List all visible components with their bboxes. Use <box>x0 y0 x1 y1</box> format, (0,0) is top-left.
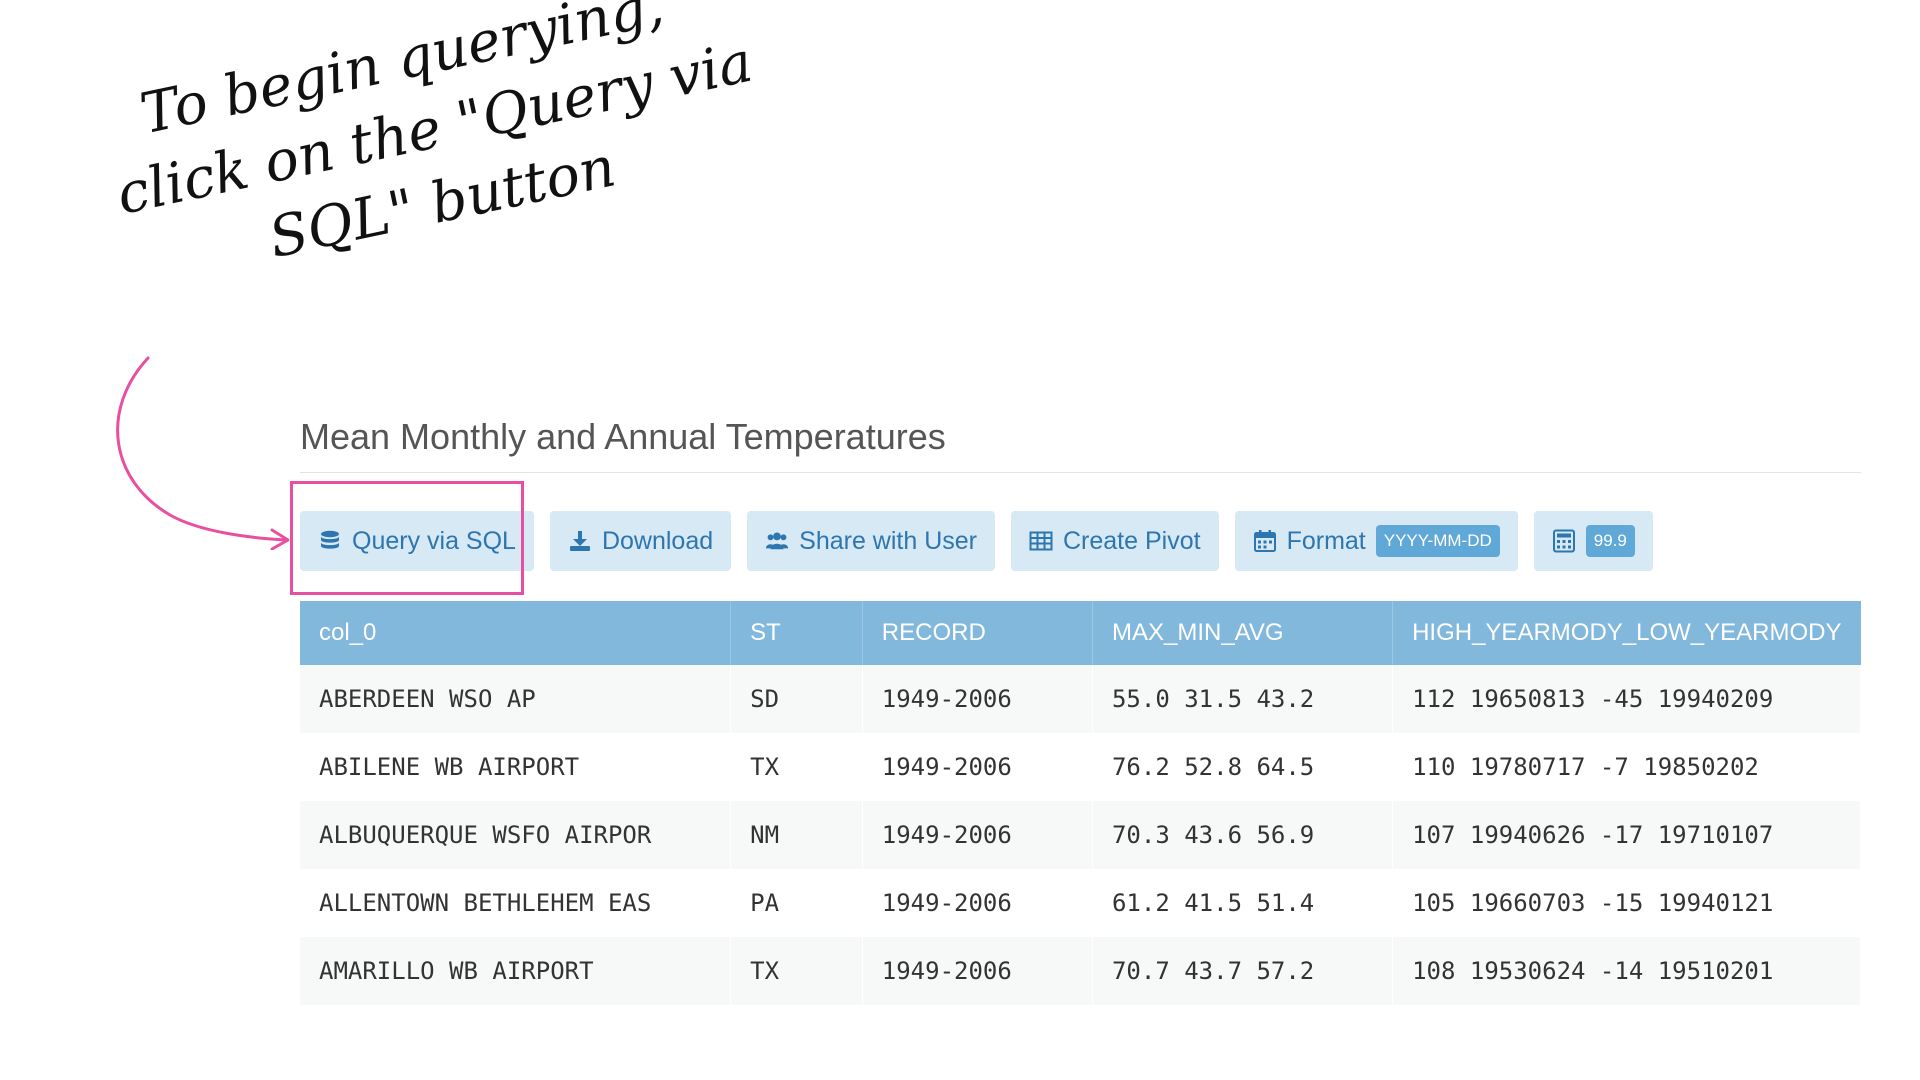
button-label: Create Pivot <box>1063 526 1201 555</box>
calendar-icon <box>1253 529 1277 553</box>
annotation-note: To begin querying, click on the "Query v… <box>95 0 774 305</box>
toolbar: Query via SQL Download Share with User C… <box>290 481 1861 595</box>
data-table: col_0 ST RECORD MAX_MIN_AVG HIGH_YEARMOD… <box>300 601 1861 1005</box>
table-cell: ALBUQUERQUE WSFO AIRPOR <box>300 801 732 869</box>
table-cell: ABERDEEN WSO AP <box>300 665 732 733</box>
table-cell: 55.0 31.5 43.2 <box>1092 665 1394 733</box>
table-icon <box>1029 529 1053 553</box>
table-cell: 112 19650813 -45 19940209 <box>1392 665 1861 733</box>
table-cell: 70.7 43.7 57.2 <box>1092 937 1394 1005</box>
table-row: AMARILLO WB AIRPORT TX 1949-2006 70.7 43… <box>300 937 1861 1005</box>
table-cell: 108 19530624 -14 19510201 <box>1392 937 1861 1005</box>
table-cell: 1949-2006 <box>862 733 1093 801</box>
table-row: ABILENE WB AIRPORT TX 1949-2006 76.2 52.… <box>300 733 1861 801</box>
create-pivot-button[interactable]: Create Pivot <box>1011 511 1219 571</box>
database-icon <box>318 529 342 553</box>
table-row: ALBUQUERQUE WSFO AIRPOR NM 1949-2006 70.… <box>300 801 1861 869</box>
download-button[interactable]: Download <box>549 511 732 571</box>
users-icon <box>765 529 789 553</box>
table-cell: 1949-2006 <box>862 869 1093 937</box>
column-header[interactable]: RECORD <box>862 601 1093 665</box>
table-cell: SD <box>730 665 863 733</box>
table-cell: 107 19940626 -17 19710107 <box>1392 801 1861 869</box>
button-label: Format <box>1286 526 1366 555</box>
column-header[interactable]: ST <box>730 601 863 665</box>
table-cell: 1949-2006 <box>862 665 1093 733</box>
table-row: ABERDEEN WSO AP SD 1949-2006 55.0 31.5 4… <box>300 665 1861 733</box>
table-cell: ALLENTOWN BETHLEHEM EAS <box>300 869 732 937</box>
table-cell: 61.2 41.5 51.4 <box>1092 869 1394 937</box>
page-title: Mean Monthly and Annual Temperatures <box>300 416 1861 473</box>
table-cell: 1949-2006 <box>862 937 1093 1005</box>
table-cell: 70.3 43.6 56.9 <box>1092 801 1394 869</box>
table-cell: AMARILLO WB AIRPORT <box>300 937 732 1005</box>
table-cell: ABILENE WB AIRPORT <box>300 733 732 801</box>
table-cell: 76.2 52.8 64.5 <box>1092 733 1394 801</box>
table-cell: 105 19660703 -15 19940121 <box>1392 869 1861 937</box>
format-button[interactable]: Format YYYY-MM-DD <box>1234 511 1518 571</box>
share-with-user-button[interactable]: Share with User <box>747 511 995 571</box>
button-label: Share with User <box>799 526 977 555</box>
column-header[interactable]: MAX_MIN_AVG <box>1092 601 1394 665</box>
table-cell: PA <box>730 869 863 937</box>
table-cell: 110 19780717 -7 19850202 <box>1392 733 1861 801</box>
table-row: ALLENTOWN BETHLEHEM EAS PA 1949-2006 61.… <box>300 869 1861 937</box>
column-header[interactable]: HIGH_YEARMODY_LOW_YEARMODY <box>1393 601 1861 665</box>
dataset-panel: Mean Monthly and Annual Temperatures Que… <box>290 416 1861 1005</box>
table-header-row: col_0 ST RECORD MAX_MIN_AVG HIGH_YEARMOD… <box>300 601 1861 665</box>
column-header[interactable]: col_0 <box>300 601 732 665</box>
download-icon <box>568 529 592 553</box>
date-format-badge: YYYY-MM-DD <box>1375 525 1500 557</box>
table-cell: NM <box>730 801 863 869</box>
number-format-button[interactable]: 99.9 <box>1533 511 1653 571</box>
query-via-sql-button[interactable]: Query via SQL <box>300 511 534 571</box>
table-cell: TX <box>730 733 863 801</box>
annotation-arrow <box>116 356 290 550</box>
number-format-badge: 99.9 <box>1585 525 1635 557</box>
calculator-icon <box>1552 529 1576 553</box>
button-label: Download <box>601 526 714 555</box>
table-cell: 1949-2006 <box>862 801 1093 869</box>
button-label: Query via SQL <box>352 526 516 555</box>
table-cell: TX <box>730 937 863 1005</box>
